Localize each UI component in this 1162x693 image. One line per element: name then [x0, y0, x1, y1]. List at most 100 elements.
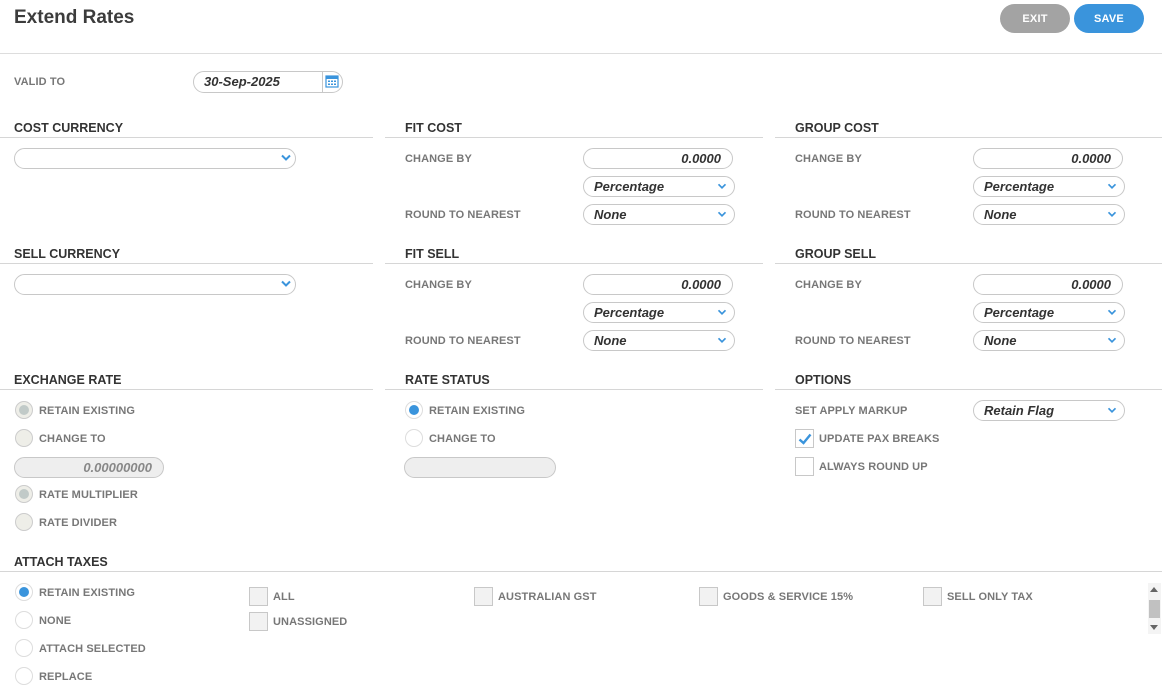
group-sell-round-select[interactable]: None — [973, 330, 1125, 351]
checkmark-icon — [798, 433, 812, 445]
page-title: Extend Rates — [14, 7, 135, 28]
fit-sell-heading: FIT SELL — [405, 247, 460, 261]
taxes-scrollbar[interactable] — [1148, 583, 1161, 634]
fit-cost-change-by-input[interactable]: 0.0000 — [583, 148, 733, 169]
fit-cost-round-value: None — [594, 207, 627, 222]
rate-multiplier-label: RATE MULTIPLIER — [39, 489, 138, 501]
section-divider — [0, 571, 1162, 572]
rate-status-heading: RATE STATUS — [405, 373, 490, 387]
save-button[interactable]: SAVE — [1074, 4, 1144, 33]
group-cost-round-value: None — [984, 207, 1017, 222]
exit-button[interactable]: EXIT — [1000, 4, 1070, 33]
group-sell-change-by-input[interactable]: 0.0000 — [973, 274, 1123, 295]
group-cost-mode-value: Percentage — [984, 179, 1055, 194]
options-heading: OPTIONS — [795, 373, 852, 387]
section-divider — [385, 137, 763, 138]
tax-mode-retain-label: RETAIN EXISTING — [39, 587, 136, 599]
fit-sell-round-label: ROUND TO NEAREST — [405, 335, 521, 347]
apply-markup-select[interactable]: Retain Flag — [973, 400, 1125, 421]
scroll-up-arrow-icon[interactable] — [1150, 587, 1158, 592]
exchange-rate-input[interactable]: 0.00000000 — [14, 457, 164, 478]
fit-sell-round-value: None — [594, 333, 627, 348]
group-cost-change-by-label: CHANGE BY — [795, 153, 862, 165]
group-cost-round-select[interactable]: None — [973, 204, 1125, 225]
chevron-down-icon — [1107, 337, 1117, 344]
tax-mode-none-label: NONE — [39, 615, 72, 627]
chevron-down-icon — [717, 211, 727, 218]
fit-sell-round-select[interactable]: None — [583, 330, 735, 351]
round-up-label: ALWAYS ROUND UP — [819, 461, 928, 473]
fit-sell-mode-select[interactable]: Percentage — [583, 302, 735, 323]
group-sell-heading: GROUP SELL — [795, 247, 877, 261]
group-cost-change-by-input[interactable]: 0.0000 — [973, 148, 1123, 169]
group-sell-mode-value: Percentage — [984, 305, 1055, 320]
exchange-change-label: CHANGE TO — [39, 433, 106, 445]
chevron-down-icon — [1107, 407, 1117, 414]
tax-sell-only-checkbox[interactable] — [923, 587, 942, 606]
tax-mode-replace-radio[interactable] — [15, 667, 33, 685]
section-divider — [0, 137, 373, 138]
valid-to-date-input[interactable]: 30-Sep-2025 — [193, 71, 343, 93]
group-sell-mode-select[interactable]: Percentage — [973, 302, 1125, 323]
fit-cost-mode-value: Percentage — [594, 179, 665, 194]
tax-unassigned-checkbox[interactable] — [249, 612, 268, 631]
section-divider — [775, 137, 1162, 138]
tax-mode-retain-radio[interactable] — [15, 583, 33, 601]
sell-currency-select[interactable] — [14, 274, 296, 295]
scroll-down-arrow-icon[interactable] — [1150, 625, 1158, 630]
section-divider — [385, 263, 763, 264]
chevron-down-icon — [717, 183, 727, 190]
section-divider — [775, 389, 1162, 390]
rate-status-change-label: CHANGE TO — [429, 433, 496, 445]
rate-divider-label: RATE DIVIDER — [39, 517, 118, 529]
group-cost-round-label: ROUND TO NEAREST — [795, 209, 911, 221]
rate-status-input[interactable] — [404, 457, 556, 478]
exchange-rate-heading: EXCHANGE RATE — [14, 373, 122, 387]
group-sell-change-by-label: CHANGE BY — [795, 279, 862, 291]
scroll-thumb[interactable] — [1149, 600, 1160, 618]
sell-currency-heading: SELL CURRENCY — [14, 247, 121, 261]
rate-status-change-radio[interactable] — [405, 429, 423, 447]
cost-currency-select[interactable] — [14, 148, 296, 169]
tax-all-checkbox[interactable] — [249, 587, 268, 606]
tax-australian-gst-checkbox[interactable] — [474, 587, 493, 606]
exchange-retain-label: RETAIN EXISTING — [39, 405, 136, 417]
section-divider — [0, 263, 373, 264]
rate-status-retain-label: RETAIN EXISTING — [429, 405, 526, 417]
cost-currency-heading: COST CURRENCY — [14, 121, 124, 135]
group-cost-heading: GROUP COST — [795, 121, 879, 135]
rate-status-retain-radio[interactable] — [405, 401, 423, 419]
update-pax-label: UPDATE PAX BREAKS — [819, 433, 940, 445]
calendar-icon[interactable] — [325, 74, 339, 88]
tax-all-label: ALL — [273, 591, 295, 603]
tax-goods-service-checkbox[interactable] — [699, 587, 718, 606]
fit-cost-mode-select[interactable]: Percentage — [583, 176, 735, 197]
attach-taxes-heading: ATTACH TAXES — [14, 555, 108, 569]
fit-cost-round-label: ROUND TO NEAREST — [405, 209, 521, 221]
date-separator — [322, 72, 323, 92]
exchange-change-radio[interactable] — [15, 429, 33, 447]
fit-sell-change-by-label: CHANGE BY — [405, 279, 472, 291]
chevron-down-icon — [1107, 211, 1117, 218]
section-divider — [775, 263, 1162, 264]
tax-unassigned-label: UNASSIGNED — [273, 616, 348, 628]
group-cost-mode-select[interactable]: Percentage — [973, 176, 1125, 197]
chevron-down-icon — [717, 337, 727, 344]
tax-sell-only-label: SELL ONLY TAX — [947, 591, 1033, 603]
chevron-down-icon — [281, 280, 291, 287]
tax-mode-attach-radio[interactable] — [15, 639, 33, 657]
fit-sell-mode-value: Percentage — [594, 305, 665, 320]
tax-mode-none-radio[interactable] — [15, 611, 33, 629]
update-pax-checkbox[interactable] — [795, 429, 814, 448]
group-sell-round-label: ROUND TO NEAREST — [795, 335, 911, 347]
exchange-retain-radio[interactable] — [15, 401, 33, 419]
rate-multiplier-radio[interactable] — [15, 485, 33, 503]
fit-cost-round-select[interactable]: None — [583, 204, 735, 225]
section-divider — [0, 389, 373, 390]
rate-divider-radio[interactable] — [15, 513, 33, 531]
group-sell-round-value: None — [984, 333, 1017, 348]
fit-sell-change-by-input[interactable]: 0.0000 — [583, 274, 733, 295]
tax-mode-attach-label: ATTACH SELECTED — [39, 643, 146, 655]
round-up-checkbox[interactable] — [795, 457, 814, 476]
fit-cost-heading: FIT COST — [405, 121, 462, 135]
